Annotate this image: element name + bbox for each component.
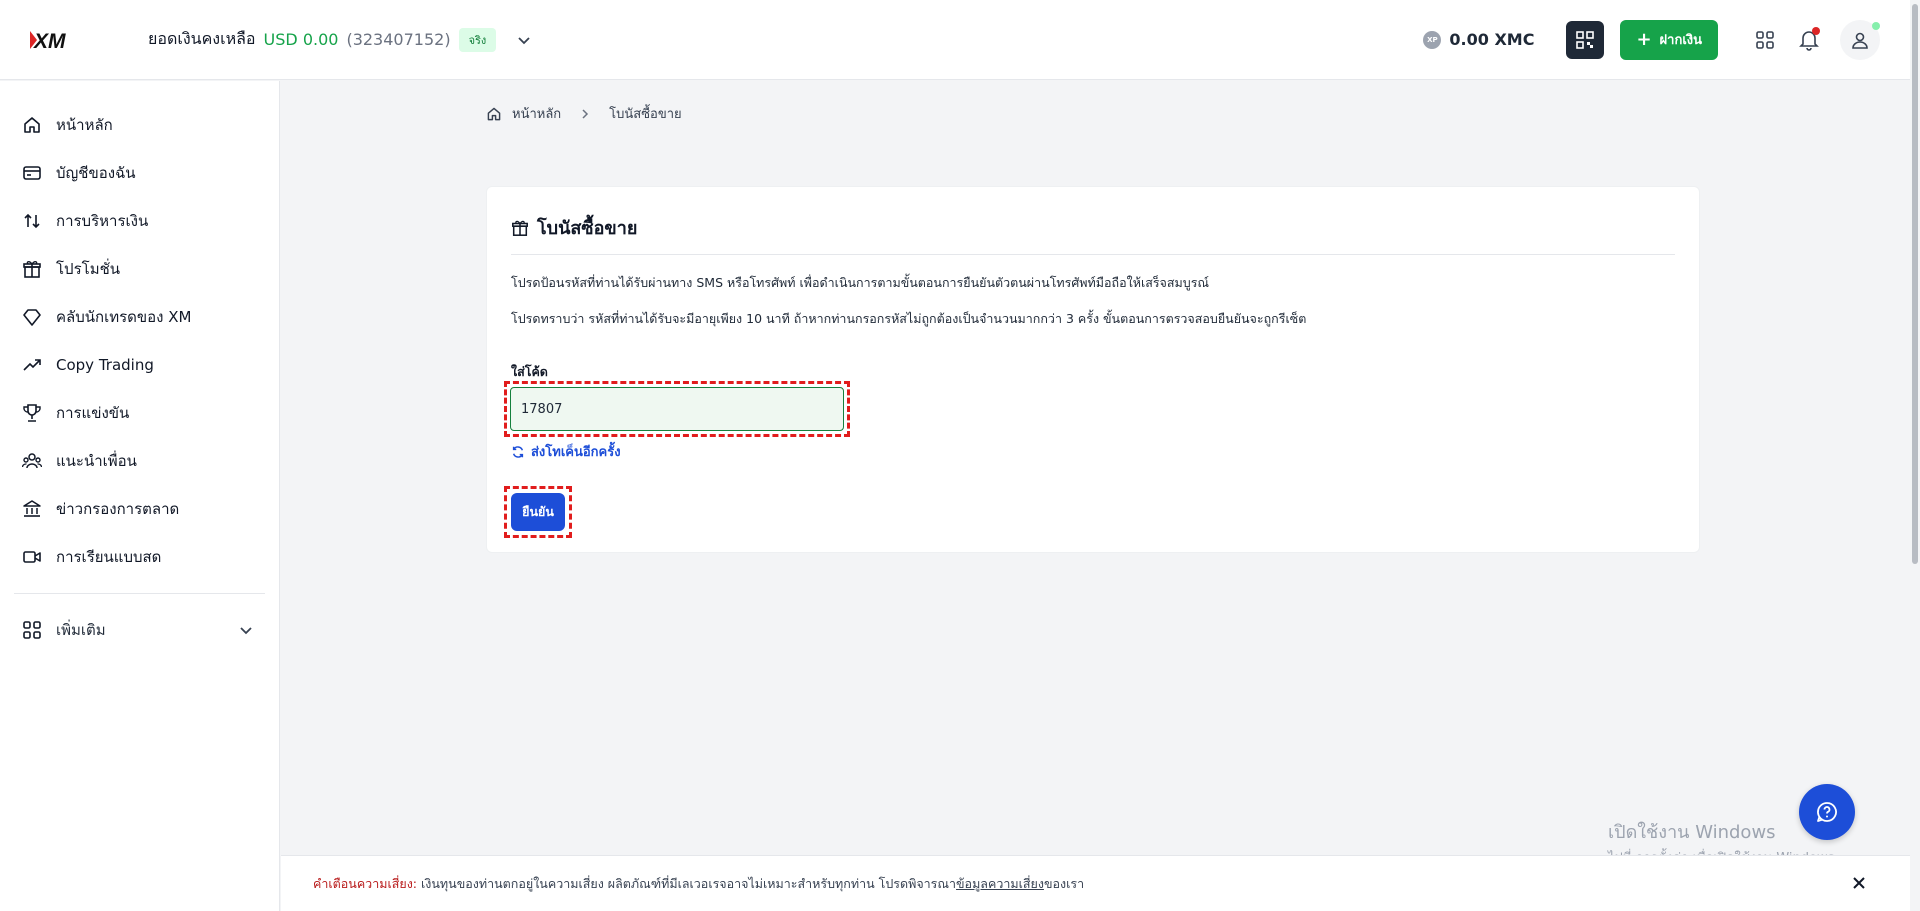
xmc-balance-value: 0.00 XMC: [1449, 30, 1535, 49]
risk-warning-label: คำเตือนความเสี่ยง:: [313, 875, 418, 891]
sidebar-item-copy-trading[interactable]: Copy Trading: [0, 341, 279, 389]
sidebar-item-market-news[interactable]: ข่าวกรองการตลาด: [0, 485, 279, 533]
risk-warning-bar: คำเตือนความเสี่ยง: เงินทุนของท่านตกอยู่ใ…: [281, 855, 1910, 911]
sidebar-item-home[interactable]: หน้าหลัก: [0, 101, 279, 149]
user-icon: [1852, 32, 1868, 49]
trading-bonus-card: โบนัสซื้อขาย โปรดป้อนรหัสที่ท่านได้รับผ่…: [486, 186, 1700, 553]
home-icon[interactable]: [486, 106, 502, 122]
code-input[interactable]: [510, 387, 844, 431]
breadcrumb-current: โบนัสซื้อขาย: [609, 107, 682, 122]
sidebar-item-promotions[interactable]: โปรโมชั่น: [0, 245, 279, 293]
apps-grid-button[interactable]: [1748, 23, 1782, 57]
qr-code-icon: [1576, 30, 1595, 49]
card-icon: [23, 166, 41, 180]
top-header: XM ยอดเงินคงเหลือ USD 0.00 (323407152) จ…: [0, 0, 1910, 80]
xmc-coin-icon: XP: [1423, 30, 1442, 49]
chevron-right-icon: [582, 108, 589, 119]
profile-avatar-button[interactable]: [1840, 19, 1880, 60]
resend-token-link[interactable]: ส่งโทเค็นอีกครั้ง: [511, 441, 621, 462]
trophy-icon: [23, 404, 41, 422]
refresh-icon: [512, 445, 524, 458]
sidebar-item-label: แนะนำเพื่อน: [56, 452, 137, 470]
users-icon: [22, 453, 42, 469]
sidebar-item-label: คลับนักเทรดของ XM: [56, 308, 192, 326]
home-icon: [24, 117, 40, 133]
sidebar-item-label: การบริหารเงิน: [56, 212, 149, 230]
card-divider: [511, 254, 1675, 255]
online-status-dot: [1872, 21, 1880, 30]
deposit-button[interactable]: + ฝากเงิน: [1620, 19, 1718, 60]
chat-help-icon: [1817, 802, 1837, 822]
resend-token-label: ส่งโทเค็นอีกครั้ง: [531, 445, 621, 460]
instruction-text-1: โปรดป้อนรหัสที่ท่านได้รับผ่านทาง SMS หรื…: [511, 275, 1209, 290]
sidebar-more-toggle[interactable]: เพิ่มเติม: [0, 606, 279, 654]
sidebar-more-label: เพิ่มเติม: [56, 621, 106, 639]
trending-up-icon: [23, 359, 41, 371]
card-title: โบนัสซื้อขาย: [511, 213, 637, 242]
xmc-balance[interactable]: XP 0.00 XMC: [1423, 30, 1534, 49]
page-scrollbar[interactable]: [1910, 0, 1920, 911]
video-icon: [23, 551, 41, 563]
account-number: (323407152): [346, 30, 451, 49]
sidebar-item-label: การเรียนแบบสด: [56, 548, 162, 566]
logo-text: XM: [33, 30, 66, 52]
sidebar-nav: หน้าหลัก บัญชีของฉัน การบริหารเงิน โปรโม…: [0, 81, 279, 581]
chevron-down-icon: [240, 627, 252, 635]
diamond-icon: [23, 309, 41, 326]
risk-info-link[interactable]: ข้อมูลความเสี่ยง: [956, 874, 1044, 894]
balance-summary[interactable]: ยอดเงินคงเหลือ USD 0.00 (323407152) จริง: [148, 27, 497, 52]
sidebar-item-label: Copy Trading: [56, 356, 154, 374]
deposit-label: ฝากเงิน: [1659, 33, 1702, 48]
sidebar-divider: [14, 593, 265, 594]
scrollbar-thumb[interactable]: [1912, 4, 1918, 564]
sidebar-item-live-education[interactable]: การเรียนแบบสด: [0, 533, 279, 581]
sidebar-item-label: โปรโมชั่น: [56, 260, 121, 278]
gift-icon: [512, 220, 528, 236]
apps-grid-icon: [1756, 30, 1774, 49]
balance-label: ยอดเงินคงเหลือ: [148, 29, 256, 48]
sidebar-item-label: การแข่งขัน: [56, 404, 130, 422]
code-input-highlight: [504, 381, 850, 437]
sidebar-item-competitions[interactable]: การแข่งขัน: [0, 389, 279, 437]
risk-warning-suffix: ของเรา: [1043, 875, 1085, 891]
breadcrumb-home-link[interactable]: หน้าหลัก: [512, 103, 561, 124]
transfer-icon: [24, 213, 40, 229]
sidebar-item-xm-club[interactable]: คลับนักเทรดของ XM: [0, 293, 279, 341]
notifications-button[interactable]: [1792, 23, 1826, 57]
confirm-button-highlight: ยืนยัน: [504, 486, 572, 538]
account-type-badge: จริง: [458, 27, 497, 52]
gift-icon: [23, 261, 41, 278]
balance-amount: USD 0.00: [263, 30, 339, 49]
sidebar-item-label: หน้าหลัก: [56, 116, 113, 134]
plus-icon: +: [1636, 28, 1652, 50]
xm-logo[interactable]: XM: [30, 28, 82, 52]
sidebar-item-funds[interactable]: การบริหารเงิน: [0, 197, 279, 245]
code-field-label: ใส่โค้ด: [511, 364, 548, 379]
sidebar-item-label: ข่าวกรองการตลาด: [56, 500, 180, 518]
notification-dot: [1812, 26, 1820, 35]
bank-icon: [23, 500, 41, 517]
card-title-text: โบนัสซื้อขาย: [537, 218, 638, 239]
sidebar-item-label: บัญชีของฉัน: [56, 164, 136, 182]
account-dropdown-chevron-icon[interactable]: [514, 30, 534, 50]
sidebar-item-my-accounts[interactable]: บัญชีของฉัน: [0, 149, 279, 197]
confirm-button[interactable]: ยืนยัน: [511, 493, 565, 531]
close-icon[interactable]: [1850, 874, 1868, 892]
qr-code-button[interactable]: [1566, 20, 1605, 59]
breadcrumb: หน้าหลัก โบนัสซื้อขาย: [486, 103, 682, 124]
apps-grid-icon: [23, 621, 41, 639]
sidebar-item-refer-friend[interactable]: แนะนำเพื่อน: [0, 437, 279, 485]
instruction-text-2: โปรดทราบว่า รหัสที่ท่านได้รับจะมีอายุเพี…: [511, 311, 1307, 326]
sidebar: หน้าหลัก บัญชีของฉัน การบริหารเงิน โปรโม…: [0, 81, 280, 911]
help-chat-button[interactable]: [1799, 784, 1855, 840]
risk-warning-text: เงินทุนของท่านตกอยู่ในความเสี่ยง ผลิตภัณ…: [421, 875, 957, 891]
